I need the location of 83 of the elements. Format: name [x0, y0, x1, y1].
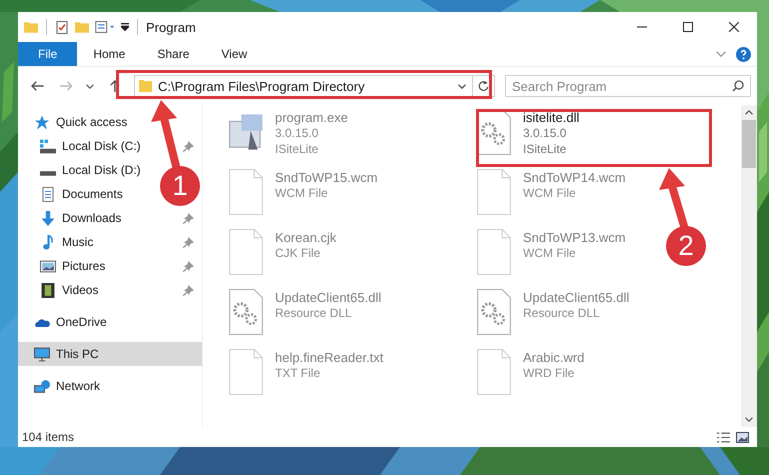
file-name[interactable]: program.exe [275, 110, 348, 125]
file-icon [477, 229, 511, 275]
file-detail: 3.0.15.0 [523, 125, 568, 141]
download-icon [40, 210, 56, 226]
file-detail: WRD File [523, 365, 576, 381]
back-icon[interactable] [31, 80, 45, 92]
file-name[interactable]: Korean.cjk [275, 230, 336, 245]
details-view-icon[interactable] [717, 432, 730, 442]
film-icon [40, 282, 56, 298]
annotation-arrow [658, 168, 690, 228]
network-icon [34, 378, 50, 394]
file-detail: 3.0.15.0 [275, 125, 320, 141]
file-name[interactable]: SndToWP13.wcm [523, 230, 626, 245]
sidebar-item[interactable]: Local Disk (D:) [62, 163, 141, 177]
file-detail: Resource DLL [275, 305, 353, 321]
drive-icon [40, 170, 56, 176]
file-icon [229, 169, 263, 215]
file-name[interactable]: SndToWP15.wcm [275, 170, 378, 185]
gears-file-icon [229, 289, 263, 335]
file-detail: ISiteLite [275, 141, 320, 157]
sidebar-item[interactable]: This PC [18, 342, 202, 366]
address-path: C:\Program Files\Program Directory [158, 78, 365, 94]
sidebar-item[interactable]: Documents [62, 187, 123, 201]
pictures-icon [40, 258, 56, 274]
list-icon[interactable] [95, 21, 115, 33]
file-name[interactable]: Arabic.wrd [523, 350, 584, 365]
search-icon[interactable] [732, 80, 744, 92]
scroll-thumb[interactable] [742, 120, 756, 168]
ribbon-tab[interactable]: File [18, 42, 78, 66]
search-field[interactable]: Search Program [504, 75, 751, 97]
file-icon [229, 229, 263, 275]
file-detail: ISiteLite [523, 141, 568, 157]
file-detail: WCM File [523, 245, 577, 261]
scroll-up-icon[interactable] [745, 110, 753, 115]
document-icon [40, 186, 56, 202]
file-icon [477, 169, 511, 215]
file-name[interactable]: UpdateClient65.dll [275, 290, 382, 305]
sidebar-item[interactable]: Music [62, 235, 94, 249]
caret-icon[interactable] [121, 23, 129, 31]
step-badge: 1 [160, 166, 200, 206]
sidebar-item[interactable]: OneDrive [56, 315, 107, 329]
dropdown-icon[interactable] [458, 84, 466, 88]
drive-icon [40, 138, 56, 154]
file-icon [229, 349, 263, 395]
sidebar-item[interactable]: Downloads [62, 211, 122, 225]
close-icon [729, 22, 739, 32]
file-detail: TXT File [275, 365, 322, 381]
chevron-icon[interactable] [716, 51, 726, 57]
sidebar-item[interactable]: Quick access [56, 115, 128, 129]
status-text: 104 items [22, 430, 74, 444]
gears-file-icon [477, 289, 511, 335]
refresh-icon [478, 80, 490, 92]
help-icon[interactable] [736, 46, 751, 62]
scrollbar[interactable] [741, 105, 757, 427]
file-name[interactable]: help.fineReader.txt [275, 350, 384, 365]
computer-icon [34, 346, 50, 362]
file-detail: Resource DLL [523, 305, 601, 321]
dropdown-icon[interactable] [86, 84, 94, 88]
file-detail: CJK File [275, 245, 322, 261]
file-icon [477, 349, 511, 395]
folder-icon [139, 80, 152, 92]
window-title: Program [146, 20, 196, 34]
star-icon [34, 114, 50, 130]
checklist-icon[interactable] [55, 20, 69, 34]
music-icon [40, 234, 56, 250]
sidebar-item[interactable]: Videos [62, 283, 98, 297]
file-name[interactable]: UpdateClient65.dll [523, 290, 630, 305]
file-name[interactable]: SndToWP14.wcm [523, 170, 626, 185]
thumbnail-view-icon[interactable] [736, 432, 749, 442]
file-name[interactable]: isitelite.dll [523, 110, 580, 125]
sidebar-item[interactable]: Local Disk (C:) [62, 139, 141, 153]
ribbon-tab[interactable]: View [205, 42, 264, 66]
scroll-down-icon[interactable] [745, 417, 753, 422]
sidebar-item[interactable]: Pictures [62, 259, 106, 273]
ribbon-tab[interactable]: Share [141, 42, 206, 66]
annotation-arrow [150, 100, 182, 168]
file-detail: WCM File [523, 185, 577, 201]
step-badge: 2 [666, 226, 706, 266]
address-bar[interactable]: C:\Program Files\Program Directory [134, 75, 474, 97]
maximize-icon [683, 22, 693, 32]
sidebar-item[interactable]: Network [56, 379, 100, 393]
file-detail: WCM File [275, 185, 329, 201]
ribbon-tab[interactable]: Home [77, 42, 142, 66]
